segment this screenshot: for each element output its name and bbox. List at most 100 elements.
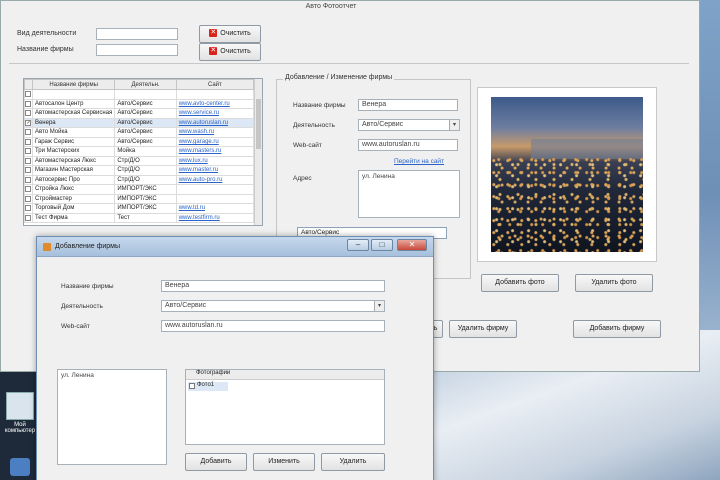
- row-checkbox[interactable]: [24, 98, 33, 109]
- delete-firm-button[interactable]: Удалить фирму: [449, 320, 517, 338]
- checkbox-icon[interactable]: [25, 110, 32, 117]
- dialog-address-textarea[interactable]: ул. Ленина: [57, 369, 167, 465]
- table-scrollbar-thumb[interactable]: [256, 99, 261, 149]
- cell-site[interactable]: www.lux.ru: [175, 155, 255, 166]
- table-row[interactable]: Автомастерская Люкс Стр/Д/О www.lux.ru: [24, 155, 255, 166]
- minimize-icon[interactable]: –: [347, 239, 369, 251]
- checkbox-icon[interactable]: [25, 148, 32, 155]
- checkbox-icon[interactable]: [25, 91, 32, 98]
- firm-notes-textarea[interactable]: ул. Ленина: [358, 170, 460, 218]
- dialog-edit-button[interactable]: Изменить: [253, 453, 315, 471]
- cell-site[interactable]: www.wash.ru: [175, 127, 255, 138]
- row-checkbox[interactable]: ✓: [24, 117, 33, 128]
- add-firm-button[interactable]: Добавить фирму: [573, 320, 661, 338]
- table-row[interactable]: Три Мастерских Мойка www.masters.ru: [24, 146, 255, 157]
- checkbox-icon[interactable]: [25, 138, 32, 145]
- table-row[interactable]: [24, 89, 255, 100]
- checkbox-icon[interactable]: [25, 176, 32, 183]
- checkbox-icon[interactable]: [25, 167, 32, 174]
- cell-site[interactable]: www.autoruslan.ru: [175, 117, 255, 128]
- table-row[interactable]: Автосалон Центр Авто/Сервис www.avto-cente…: [24, 98, 255, 109]
- table-row[interactable]: Строймастер ИМПОРТ/ЭКС: [24, 193, 255, 204]
- firm-photo: [491, 97, 643, 252]
- dialog-site-input[interactable]: www.autoruslan.ru: [161, 320, 385, 332]
- dialog-activity-select[interactable]: Авто/Сервис ▾: [161, 300, 385, 312]
- dialog-name-input[interactable]: Венера: [161, 280, 385, 292]
- firms-table[interactable]: Название фирмы Деятельн. Сайт Автосалон …: [23, 78, 263, 226]
- checkbox-icon[interactable]: [25, 100, 32, 107]
- row-checkbox[interactable]: [24, 89, 33, 100]
- list-item-checkbox[interactable]: [189, 383, 195, 389]
- delete-photo-button[interactable]: Удалить фото: [575, 274, 653, 292]
- firm-activity-select[interactable]: Авто/Сервис ▾: [358, 119, 460, 131]
- row-checkbox[interactable]: [24, 155, 33, 166]
- table-row[interactable]: Автомастерская Сервисная Авто/Сервис www.s…: [24, 108, 255, 119]
- cell-site[interactable]: [175, 184, 255, 195]
- chevron-down-icon[interactable]: ▾: [449, 120, 459, 130]
- table-row[interactable]: ✓ Венера Авто/Сервис www.autoruslan.ru: [24, 117, 255, 128]
- table-scrollbar[interactable]: [254, 79, 262, 225]
- open-site-link[interactable]: Перейти на сайт: [394, 158, 444, 165]
- dialog-delete-button[interactable]: Удалить: [321, 453, 385, 471]
- cell-site[interactable]: www.testfirm.ru: [175, 212, 255, 223]
- cell-site[interactable]: www.master.ru: [175, 165, 255, 176]
- main-window-title: Авто Фотоотчет: [1, 1, 701, 11]
- firm-name-input[interactable]: Венера: [358, 99, 458, 111]
- add-photo-button[interactable]: Добавить фото: [481, 274, 559, 292]
- table-row[interactable]: Магазин Мастерская Стр/Д/О www.master.ru: [24, 165, 255, 176]
- checkbox-icon[interactable]: [25, 195, 32, 202]
- table-row[interactable]: Стройка Люкс ИМПОРТ/ЭКС: [24, 184, 255, 195]
- clear-button-top[interactable]: ✕ Очистить: [199, 25, 261, 43]
- dialog-add-button[interactable]: Добавить: [185, 453, 247, 471]
- table-row[interactable]: Авто Мойка Авто/Сервис www.wash.ru: [24, 127, 255, 138]
- cell-site[interactable]: www.avto-center.ru: [175, 98, 255, 109]
- cell-site[interactable]: www.garage.ru: [175, 136, 255, 147]
- dialog-titlebar[interactable]: Добавление фирмы – □ ✕: [37, 237, 433, 257]
- desktop-app-icon[interactable]: [10, 458, 30, 476]
- cell-site[interactable]: [175, 89, 255, 100]
- cell-name: Авто Мойка: [31, 127, 116, 138]
- table-header-name[interactable]: Название фирмы: [31, 79, 116, 90]
- cell-activity: Авто/Сервис: [114, 136, 177, 147]
- list-item[interactable]: Фото1: [188, 382, 228, 391]
- row-checkbox[interactable]: [24, 193, 33, 204]
- checkbox-icon[interactable]: ✓: [25, 119, 32, 126]
- checkbox-icon[interactable]: [25, 157, 32, 164]
- table-row[interactable]: Торговый Дом ИМПОРТ/ЭКС www.td.ru: [24, 203, 255, 214]
- row-checkbox[interactable]: [24, 127, 33, 138]
- desktop-computer-icon[interactable]: [6, 392, 34, 420]
- activity-filter-input[interactable]: [96, 28, 178, 40]
- table-header-check[interactable]: [24, 79, 33, 90]
- cell-site[interactable]: www.auto-pro.ru: [175, 174, 255, 185]
- checkbox-icon[interactable]: [25, 214, 32, 221]
- dialog-name-label: Название фирмы: [61, 283, 114, 290]
- row-checkbox[interactable]: [24, 203, 33, 214]
- checkbox-icon[interactable]: [25, 129, 32, 136]
- row-checkbox[interactable]: [24, 165, 33, 176]
- row-checkbox[interactable]: [24, 184, 33, 195]
- cell-site[interactable]: www.service.ru: [175, 108, 255, 119]
- chevron-down-icon[interactable]: ▾: [374, 301, 384, 311]
- firm-filter-input[interactable]: [96, 44, 178, 56]
- close-icon[interactable]: ✕: [397, 239, 427, 251]
- cell-site[interactable]: www.td.ru: [175, 203, 255, 214]
- cell-site[interactable]: www.masters.ru: [175, 146, 255, 157]
- maximize-icon[interactable]: □: [371, 239, 393, 251]
- checkbox-icon[interactable]: [25, 205, 32, 212]
- dialog-photo-list[interactable]: Фотографии Фото1: [185, 369, 385, 445]
- edit-firm-groupbox-title: Добавление / Изменение фирмы: [283, 74, 395, 81]
- row-checkbox[interactable]: [24, 136, 33, 147]
- cell-site[interactable]: [175, 193, 255, 204]
- table-row[interactable]: Гараж Сервис Авто/Сервис www.garage.ru: [24, 136, 255, 147]
- checkbox-icon[interactable]: [25, 186, 32, 193]
- table-header-site[interactable]: Сайт: [175, 79, 255, 90]
- table-row[interactable]: Тест Фирма Тест www.testfirm.ru: [24, 212, 255, 223]
- clear-button-bottom[interactable]: ✕ Очистить: [199, 43, 261, 61]
- row-checkbox[interactable]: [24, 212, 33, 223]
- row-checkbox[interactable]: [24, 174, 33, 185]
- row-checkbox[interactable]: [24, 146, 33, 157]
- table-row[interactable]: Автосервис Про Стр/Д/О www.auto-pro.ru: [24, 174, 255, 185]
- firm-site-input[interactable]: www.autoruslan.ru: [358, 139, 458, 151]
- table-header-activity[interactable]: Деятельн.: [114, 79, 177, 90]
- row-checkbox[interactable]: [24, 108, 33, 119]
